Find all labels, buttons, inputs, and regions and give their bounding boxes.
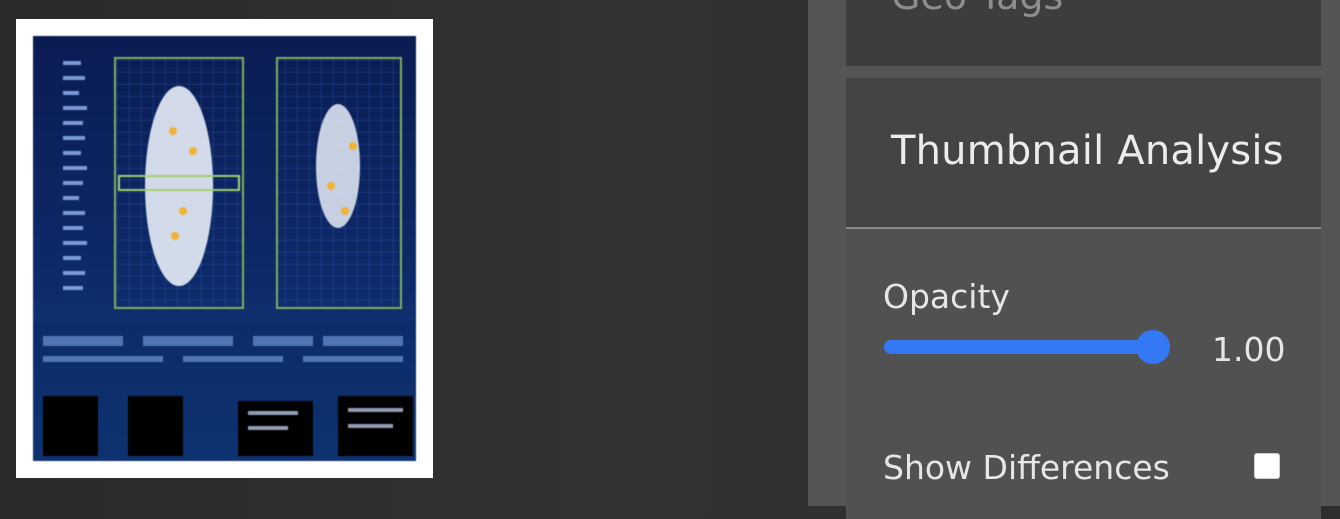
- thumbnail-graphic: [33, 36, 416, 461]
- opacity-label: Opacity: [883, 277, 1010, 316]
- opacity-slider[interactable]: [884, 330, 1170, 364]
- opacity-value: 1.00: [1212, 330, 1286, 369]
- show-differences-checkbox[interactable]: [1254, 453, 1280, 479]
- show-differences-label: Show Differences: [883, 448, 1170, 487]
- opacity-slider-fill: [884, 340, 1153, 354]
- thumbnail-analysis-title: Thumbnail Analysis: [891, 128, 1284, 174]
- geo-tags-title: Geo Tags: [891, 0, 1063, 18]
- thumbnail-image: [33, 36, 416, 461]
- thumbnail-analysis-header[interactable]: Thumbnail Analysis: [846, 78, 1321, 229]
- geo-tags-section[interactable]: Geo Tags: [846, 0, 1321, 66]
- thumbnail-frame[interactable]: [16, 19, 433, 478]
- opacity-slider-thumb[interactable]: [1136, 330, 1170, 364]
